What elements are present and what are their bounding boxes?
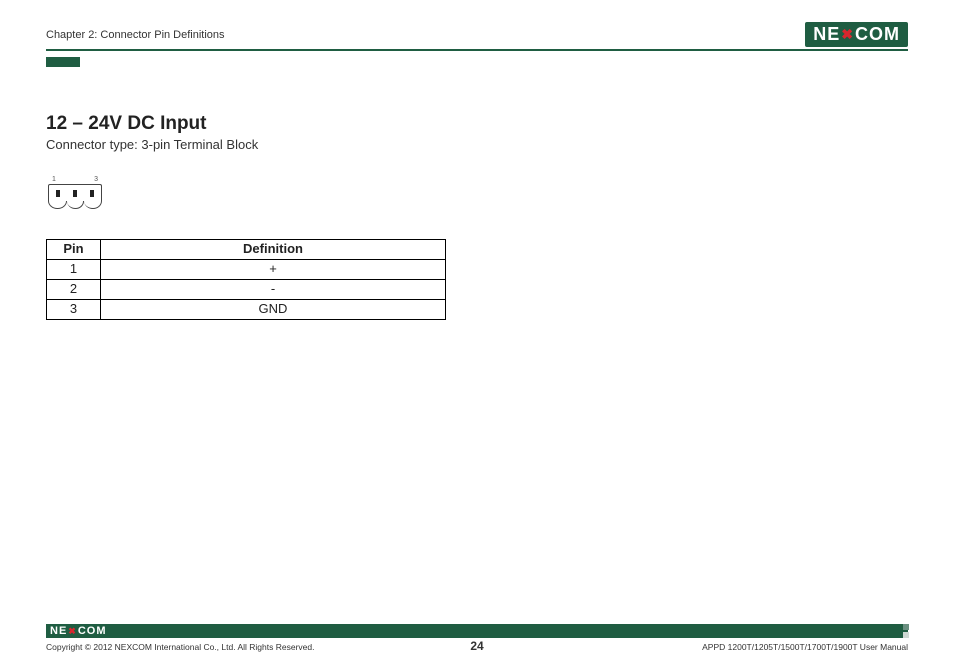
table-header-row: Pin Definition	[47, 240, 446, 260]
cell-pin: 1	[47, 259, 101, 279]
logo-text-pre: NE	[50, 625, 67, 637]
page-number: 24	[470, 639, 483, 653]
logo-x-icon: ✖	[68, 626, 77, 637]
connector-arc-icon	[67, 201, 85, 209]
col-header-pin: Pin	[47, 240, 101, 260]
pin-slot-icon	[90, 190, 94, 197]
connector-diagram: 1 3	[48, 176, 908, 209]
accent-bar	[46, 57, 80, 67]
connector-arc-icon	[84, 201, 102, 209]
cell-pin: 2	[47, 279, 101, 299]
manual-ref: APPD 1200T/1205T/1500T/1700T/1900T User …	[702, 642, 908, 652]
footer-logo: NE✖COM	[50, 625, 107, 637]
table-row: 2 -	[47, 279, 446, 299]
footer-text: Copyright © 2012 NEXCOM International Co…	[46, 642, 908, 652]
pin-table: Pin Definition 1 + 2 - 3 GND	[46, 239, 908, 320]
section: 12 – 24V DC Input Connector type: 3-pin …	[46, 113, 908, 320]
section-title: 12 – 24V DC Input	[46, 113, 908, 135]
logo-text-post: COM	[78, 625, 107, 637]
cell-def: -	[101, 279, 446, 299]
cell-def: +	[101, 259, 446, 279]
nexcom-logo: NE✖COM	[805, 22, 908, 47]
pin-label-left: 1	[52, 176, 56, 183]
table-row: 3 GND	[47, 299, 446, 319]
page-header: Chapter 2: Connector Pin Definitions NE✖…	[46, 22, 908, 51]
logo-text-pre: NE	[813, 24, 840, 45]
section-subtitle: Connector type: 3-pin Terminal Block	[46, 137, 908, 152]
footer-squares-icon	[893, 624, 909, 638]
cell-pin: 3	[47, 299, 101, 319]
col-header-def: Definition	[101, 240, 446, 260]
footer-bar: NE✖COM	[46, 624, 908, 638]
table-row: 1 +	[47, 259, 446, 279]
logo-x-icon: ✖	[841, 26, 854, 43]
logo-text-post: COM	[855, 24, 900, 45]
pin-slot-icon	[73, 190, 77, 197]
pin-label-right: 3	[94, 176, 98, 183]
pin-slot-icon	[56, 190, 60, 197]
cell-def: GND	[101, 299, 446, 319]
chapter-label: Chapter 2: Connector Pin Definitions	[46, 29, 225, 41]
connector-arc-icon	[48, 201, 67, 209]
copyright-text: Copyright © 2012 NEXCOM International Co…	[46, 642, 314, 652]
